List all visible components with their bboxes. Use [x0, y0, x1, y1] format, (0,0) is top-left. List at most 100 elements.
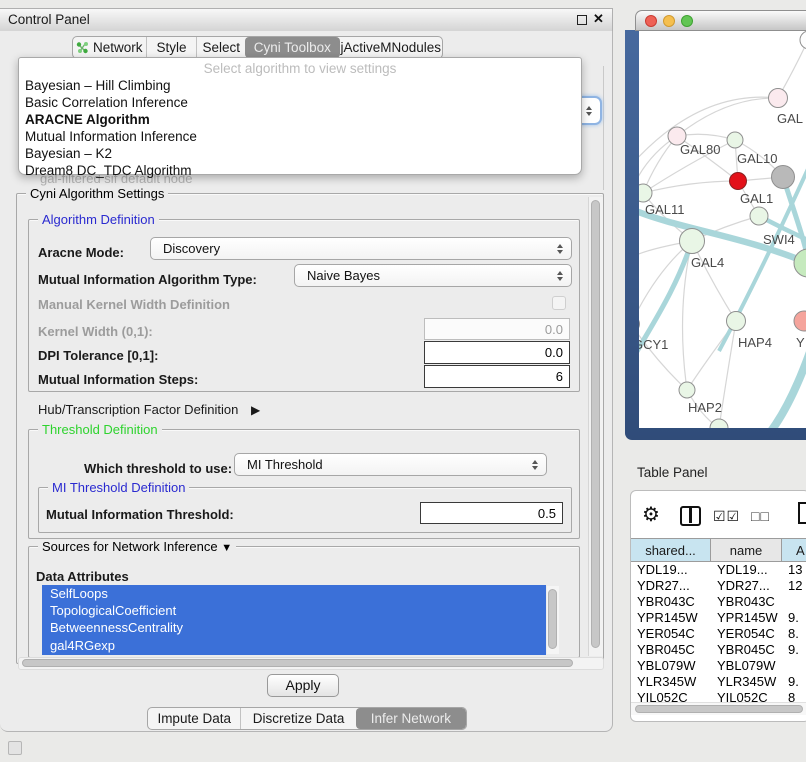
algorithm-definition-title: Algorithm Definition: [38, 212, 159, 227]
settings-horizontal-scrollbar[interactable]: [18, 657, 604, 670]
list-item[interactable]: TopologicalCoefficient: [50, 602, 546, 619]
node-gal4[interactable]: [680, 229, 705, 254]
node-label: GAL1: [740, 191, 773, 206]
tab-network[interactable]: Network: [73, 37, 146, 58]
node-gray[interactable]: [772, 166, 795, 189]
column-header-name[interactable]: name: [711, 539, 782, 561]
sources-group-title[interactable]: Sources for Network Inference ▼: [38, 539, 236, 554]
float-window-icon[interactable]: [577, 15, 587, 25]
algorithm-item[interactable]: Bayesian – K2: [25, 146, 112, 161]
combo-stepper-icon: [557, 244, 563, 254]
mi-type-label: Mutual Information Algorithm Type:: [38, 272, 257, 287]
node-label: Y: [796, 335, 805, 350]
manual-kernel-checkbox[interactable]: [552, 296, 566, 310]
algorithm-item[interactable]: Dream8 DC_TDC Algorithm: [25, 163, 192, 178]
select-all-columns-icon[interactable]: ☑☑: [713, 508, 740, 525]
deselect-all-columns-icon[interactable]: □□: [751, 508, 770, 524]
split-columns-icon[interactable]: [680, 506, 701, 526]
network-canvas[interactable]: GAL80 GAL GAL10 GAL1 GAL11 SWI4 GAL4 GCY…: [639, 31, 806, 428]
tab-style[interactable]: Style: [146, 37, 197, 58]
table-row[interactable]: YPR145WYPR145W9.: [631, 610, 806, 626]
table-row[interactable]: YBL079WYBL079W: [631, 658, 806, 674]
table-row[interactable]: YBR045CYBR045C9.: [631, 642, 806, 658]
node-swi4[interactable]: [750, 207, 768, 225]
attributes-scroll-thumb[interactable]: [548, 589, 557, 649]
window-minimize-icon[interactable]: [663, 15, 675, 27]
dpi-tolerance-field[interactable]: 0.0: [424, 341, 570, 364]
settings-scroll-thumb[interactable]: [591, 200, 600, 648]
which-threshold-combo[interactable]: MI Threshold: [234, 453, 547, 476]
dpi-tolerance-label: DPI Tolerance [0,1]:: [38, 348, 158, 363]
table-panel-title: Table Panel: [637, 465, 708, 480]
tab-network-label: Network: [93, 40, 143, 55]
tab-jactivemnodules[interactable]: jActiveMNodules: [340, 37, 442, 58]
hub-definition-toggle[interactable]: Hub/Transcription Factor Definition ▶: [38, 402, 260, 417]
window-zoom-icon[interactable]: [681, 15, 693, 27]
node-label: GAL11: [645, 202, 685, 217]
list-item[interactable]: SelfLoops: [50, 585, 546, 602]
node-gcy1[interactable]: [639, 316, 640, 333]
table-row[interactable]: YBR043CYBR043C: [631, 594, 806, 610]
sources-collapse-arrow-icon: ▼: [221, 542, 232, 554]
node-gal10[interactable]: [727, 132, 743, 148]
close-icon[interactable]: ✕: [593, 11, 604, 27]
table-row[interactable]: YDL19...YDL19...13: [631, 562, 806, 578]
new-table-icon[interactable]: [798, 502, 806, 524]
collapsed-panel-icon[interactable]: [8, 741, 22, 755]
network-window-titlebar[interactable]: [635, 10, 806, 31]
mi-steps-field[interactable]: 6: [424, 365, 570, 388]
tab-select[interactable]: Select: [196, 37, 245, 58]
node-label: GCY1: [639, 337, 668, 352]
table-row[interactable]: YDR27...YDR27...12: [631, 578, 806, 594]
gear-icon[interactable]: ⚙: [642, 502, 660, 527]
network-edges-teal: [639, 149, 806, 428]
mi-threshold-field[interactable]: 0.5: [420, 502, 563, 524]
node-hap2[interactable]: [679, 382, 695, 398]
table-hscroll-thumb[interactable]: [635, 705, 803, 713]
node-hap4[interactable]: [727, 312, 746, 331]
tab-discretize-data[interactable]: Discretize Data: [240, 708, 355, 729]
node-gal11[interactable]: [639, 184, 652, 202]
attributes-scrollbar[interactable]: [547, 586, 559, 654]
table-body: YDL19...YDL19...13 YDR27...YDR27...12 YB…: [631, 562, 806, 703]
table-row[interactable]: YER054CYER054C8.: [631, 626, 806, 642]
algorithm-item[interactable]: Basic Correlation Inference: [25, 95, 188, 110]
kernel-width-field[interactable]: 0.0: [424, 318, 570, 340]
apply-button[interactable]: Apply: [267, 674, 339, 697]
network-node-labels: GAL80 GAL GAL10 GAL1 GAL11 SWI4 GAL4 GCY…: [639, 111, 805, 415]
tab-cyni-toolbox[interactable]: Cyni Toolbox: [245, 37, 339, 58]
column-header-partial[interactable]: A: [782, 539, 806, 561]
table-row[interactable]: YLR345WYLR345W9.: [631, 674, 806, 690]
table-horizontal-scrollbar[interactable]: [631, 702, 806, 715]
algorithm-item-selected[interactable]: ARACNE Algorithm: [25, 112, 150, 127]
control-panel-tabbar: Network Style Select Cyni Toolbox jActiv…: [72, 36, 443, 59]
manual-kernel-label: Manual Kernel Width Definition: [38, 297, 230, 312]
algorithm-item[interactable]: Bayesian – Hill Climbing: [25, 78, 171, 93]
node-salmon[interactable]: [794, 311, 806, 331]
control-panel-titlebar: Control Panel ✕: [0, 8, 613, 32]
node-bottom-partial[interactable]: [710, 419, 728, 428]
tab-infer-network[interactable]: Infer Network: [356, 708, 466, 729]
algorithm-item[interactable]: Mutual Information Inference: [25, 129, 197, 144]
node-bright-green[interactable]: [794, 249, 806, 277]
window-close-icon[interactable]: [645, 15, 657, 27]
algorithm-dropdown-list: Select algorithm to view settings Bayesi…: [18, 57, 582, 175]
node-gal[interactable]: [769, 89, 788, 108]
settings-vertical-scrollbar[interactable]: [588, 197, 603, 656]
combo-stepper-icon: [557, 271, 563, 281]
list-item[interactable]: gal4RGexp: [50, 637, 546, 654]
list-item[interactable]: BetweennessCentrality: [50, 619, 546, 636]
node-red-selected[interactable]: [730, 173, 747, 190]
bottom-tabbar: Impute Data Discretize Data Infer Networ…: [147, 707, 467, 730]
aracne-mode-combo[interactable]: Discovery: [150, 237, 572, 260]
tab-impute-data[interactable]: Impute Data: [148, 708, 240, 729]
column-header-shared-name[interactable]: shared...: [631, 539, 711, 561]
network-graph[interactable]: GAL80 GAL GAL10 GAL1 GAL11 SWI4 GAL4 GCY…: [639, 31, 806, 428]
data-attributes-list: SelfLoops TopologicalCoefficient Between…: [42, 585, 546, 655]
mi-type-combo[interactable]: Naive Bayes: [294, 264, 572, 287]
dropdown-placeholder: Select algorithm to view settings: [19, 61, 581, 76]
combo-stepper-icon: [532, 460, 538, 470]
node-unlabeled[interactable]: [800, 31, 806, 49]
settings-hscroll-thumb[interactable]: [22, 659, 573, 667]
cyni-settings-title: Cyni Algorithm Settings: [26, 186, 168, 201]
